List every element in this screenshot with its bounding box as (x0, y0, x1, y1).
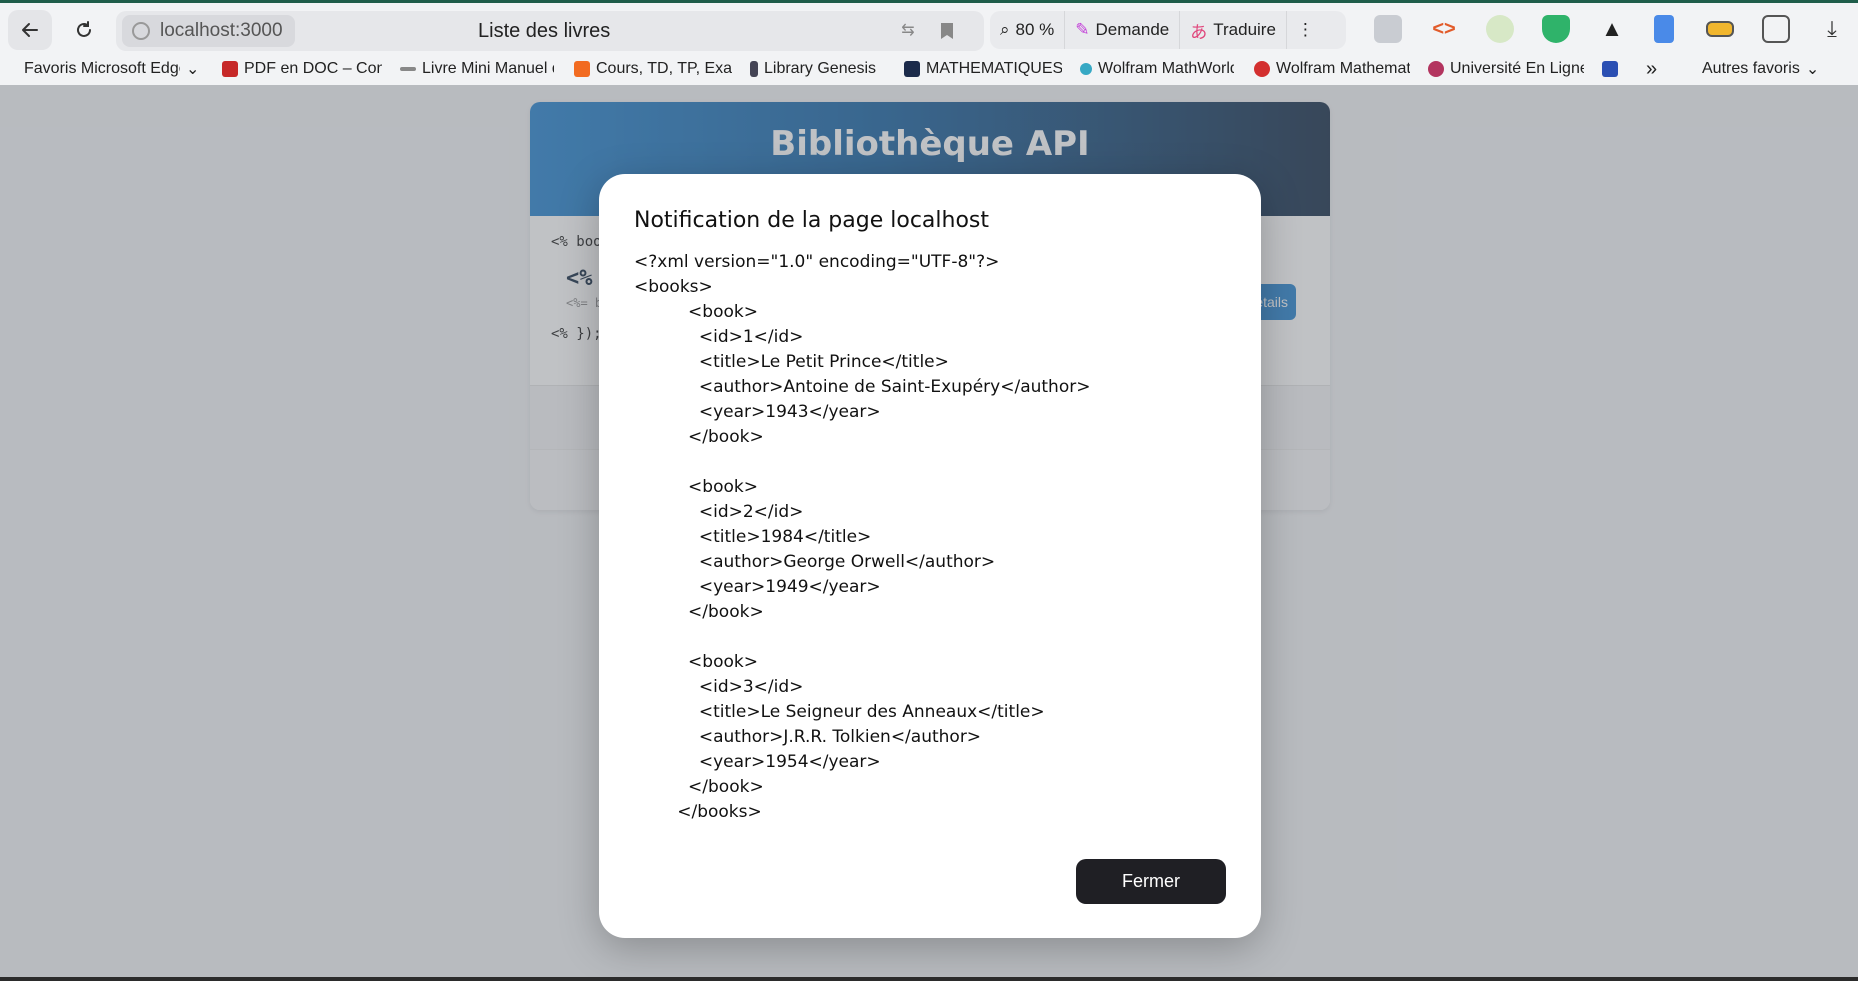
bookmark-label: MATHEMATIQUES (926, 60, 1062, 77)
chevron-down-icon: ⌄ (186, 61, 200, 78)
math-icon (904, 61, 920, 77)
browser-actions-pill: ⌕ 80 % ✎ Demande あ Traduire ⋮ (990, 11, 1346, 49)
bookmark-mathematica[interactable]: Wolfram Mathematica (1254, 53, 1410, 85)
bookmark-universite[interactable]: Université En Ligne (1428, 53, 1584, 85)
download-icon[interactable]: ⤓ (1818, 15, 1846, 43)
bookmark-label: Favoris Microsoft Edge (24, 60, 180, 77)
angular-extension-icon[interactable]: ▲ (1598, 15, 1626, 43)
b-site-icon (1602, 61, 1618, 77)
close-button[interactable]: Fermer (1076, 859, 1226, 904)
bookmark-label: Library Genesis (764, 60, 877, 77)
url-chip[interactable]: localhost:3000 (122, 15, 295, 47)
translate-button[interactable]: あ Traduire (1180, 11, 1287, 49)
dialog-title: Notification de la page localhost (634, 208, 989, 233)
bookmark-label: Livre Mini Manuel de (422, 60, 554, 77)
mathworld-icon (1080, 63, 1092, 75)
bookmark-label: Université En Ligne (1450, 60, 1584, 77)
bookmark-label: Cours, TD, TP, Exam (596, 60, 732, 77)
bookmark-pdf[interactable]: PDF en DOC – Convert (222, 53, 382, 85)
book-icon (400, 67, 416, 71)
dialog-message: <?xml version="1.0" encoding="UTF-8"?> <… (634, 252, 1091, 822)
bookmark-label: Wolfram MathWorld (1098, 60, 1234, 77)
shield-extension-icon[interactable] (1542, 15, 1570, 43)
code-extension-icon[interactable]: <> (1430, 15, 1458, 43)
reload-icon (77, 21, 91, 37)
ai-icon: ✎ (1075, 20, 1090, 39)
zoom-button[interactable]: ⌕ 80 % (990, 11, 1066, 49)
zoom-icon: ⌕ (1000, 20, 1010, 39)
globe-icon (132, 22, 150, 40)
phone-extension-icon[interactable] (1654, 15, 1674, 43)
university-icon (1428, 61, 1444, 77)
bookmark-label: PDF en DOC – Convert (244, 60, 382, 77)
arrow-left-icon (22, 23, 38, 37)
bookmark-icon[interactable] (938, 22, 956, 40)
more-icon: ⋮ (1296, 20, 1314, 39)
bookmark-cours[interactable]: Cours, TD, TP, Exam (574, 53, 732, 85)
bookmark-label: Wolfram Mathematica (1276, 60, 1410, 77)
blogger-icon (574, 61, 590, 77)
copy-extension-icon[interactable] (1762, 15, 1790, 43)
bookmark-mathematiques[interactable]: MATHEMATIQUES (904, 53, 1062, 85)
other-bookmarks-folder[interactable]: Autres favoris ⌄ (1702, 53, 1842, 85)
taskbar-edge (0, 977, 1858, 981)
profile-extension-icon[interactable] (1374, 15, 1402, 43)
reload-button[interactable] (62, 10, 106, 50)
translate-icon: あ (1190, 22, 1208, 42)
url-text: localhost:3000 (160, 20, 283, 41)
pdf-icon (222, 61, 238, 77)
battery-extension-icon[interactable] (1706, 21, 1734, 37)
bookmarks-overflow-button[interactable]: » (1646, 53, 1666, 85)
ask-label: Demande (1095, 20, 1170, 39)
mathematica-icon (1254, 61, 1270, 77)
bookmark-library-genesis[interactable]: Library Genesis (750, 53, 890, 85)
chevron-down-icon: ⌄ (1805, 61, 1820, 78)
bookmark-mathworld[interactable]: Wolfram MathWorld (1080, 53, 1234, 85)
alert-dialog: Notification de la page localhost <?xml … (599, 174, 1261, 938)
library-icon (750, 61, 758, 77)
back-button[interactable] (8, 10, 52, 50)
browser-toolbar: localhost:3000 Liste des livres ⇆ ⌕ 80 %… (0, 0, 1858, 53)
bookmark-b[interactable] (1602, 53, 1626, 85)
translate-label: Traduire (1213, 20, 1276, 39)
bookmark-folder-edge[interactable]: Favoris Microsoft Edge ⌄ (24, 53, 204, 85)
page-title: Liste des livres (478, 19, 611, 42)
bookmark-livre[interactable]: Livre Mini Manuel de (400, 53, 554, 85)
more-button[interactable]: ⋮ (1287, 11, 1324, 49)
zoom-level: 80 % (1015, 20, 1055, 39)
bookmarks-bar: Favoris Microsoft Edge ⌄ PDF en DOC – Co… (0, 53, 1858, 85)
bookmark-label: Autres favoris (1702, 60, 1800, 77)
translate-page-icon[interactable]: ⇆ (899, 22, 917, 40)
ask-button[interactable]: ✎ Demande (1065, 11, 1181, 49)
address-bar[interactable]: localhost:3000 Liste des livres ⇆ (116, 11, 984, 51)
mouse-extension-icon[interactable] (1486, 15, 1514, 43)
